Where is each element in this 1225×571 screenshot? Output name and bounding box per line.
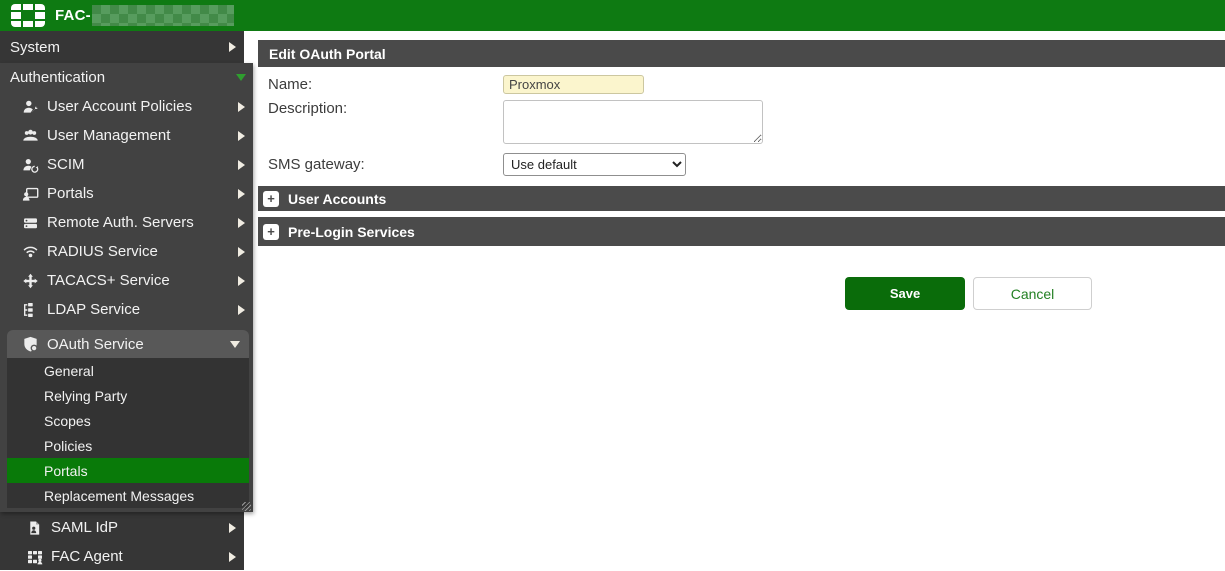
sidebar-item-oauth-relying-party[interactable]: Relying Party: [7, 383, 249, 408]
sidebar-item-label: Scopes: [44, 413, 91, 429]
save-button[interactable]: Save: [845, 277, 965, 310]
sidebar-item-oauth-replacement-messages[interactable]: Replacement Messages: [7, 483, 249, 508]
chevron-right-icon: [238, 160, 245, 170]
sidebar-item-label: Portals: [44, 463, 88, 479]
sms-gateway-label: SMS gateway:: [268, 156, 365, 173]
product-name: FAC-: [55, 7, 91, 24]
oauth-submenu: General Relying Party Scopes Policies Po…: [7, 358, 249, 508]
sidebar-item-label: Authentication: [10, 69, 105, 86]
sidebar-item-saml-idp[interactable]: SAML IdP: [0, 513, 244, 542]
sidebar-item-radius-service[interactable]: RADIUS Service: [0, 237, 253, 266]
redacted-hostname: [92, 5, 234, 26]
chevron-right-icon: [238, 247, 245, 257]
sidebar-item-label: User Account Policies: [47, 98, 192, 115]
section-label: Pre-Login Services: [288, 224, 415, 240]
sms-gateway-select[interactable]: Use default: [503, 153, 686, 176]
cross-arrows-icon: [21, 272, 40, 289]
sidebar-item-label: FAC Agent: [51, 548, 123, 565]
sidebar-item-label: User Management: [47, 127, 170, 144]
sidebar-item-label: Policies: [44, 438, 92, 454]
sidebar-item-user-account-policies[interactable]: User Account Policies: [0, 92, 253, 121]
sidebar-item-label: SCIM: [47, 156, 85, 173]
expand-plus-icon[interactable]: +: [263, 191, 279, 207]
description-label: Description:: [268, 100, 347, 117]
sidebar-item-authentication[interactable]: Authentication: [0, 63, 253, 92]
sidebar-item-user-management[interactable]: User Management: [0, 121, 253, 150]
document-user-icon: [25, 519, 44, 536]
chevron-down-icon: [236, 74, 246, 81]
sidebar-item-label: SAML IdP: [51, 519, 118, 536]
wifi-icon: [21, 243, 40, 260]
sidebar-item-label: Replacement Messages: [44, 488, 194, 504]
user-accounts-section-header[interactable]: + User Accounts: [258, 186, 1225, 211]
expand-plus-icon[interactable]: +: [263, 224, 279, 240]
sidebar-item-portals[interactable]: Portals: [0, 179, 253, 208]
fortiauthenticator-app: FAC- System SAML IdP FAC Agent Authentic…: [0, 0, 1225, 570]
sidebar-item-fac-agent[interactable]: FAC Agent: [0, 542, 244, 571]
sidebar-item-label: System: [10, 39, 60, 56]
chevron-right-icon: [238, 131, 245, 141]
oauth-service-group: OAuth Service General Relying Party Scop…: [7, 330, 249, 508]
chevron-right-icon: [238, 276, 245, 286]
sidebar-item-oauth-scopes[interactable]: Scopes: [7, 408, 249, 433]
sidebar-item-remote-auth-servers[interactable]: Remote Auth. Servers: [0, 208, 253, 237]
chevron-down-icon: [230, 341, 240, 348]
panel-resize-handle[interactable]: [242, 502, 251, 511]
name-input[interactable]: [503, 75, 644, 94]
sidebar-item-label: Relying Party: [44, 388, 127, 404]
page-title: Edit OAuth Portal: [269, 46, 386, 62]
top-bar: FAC-: [0, 0, 1225, 31]
tree-icon: [21, 301, 40, 318]
sidebar-item-scim[interactable]: SCIM: [0, 150, 253, 179]
users-icon: [21, 127, 40, 144]
sidebar-item-label: TACACS+ Service: [47, 272, 170, 289]
sidebar-item-label: General: [44, 363, 94, 379]
sidebar-item-system[interactable]: System: [0, 31, 244, 63]
sidebar-item-label: LDAP Service: [47, 301, 140, 318]
chevron-right-icon: [238, 305, 245, 315]
sidebar-item-ldap-service[interactable]: LDAP Service: [0, 295, 253, 324]
chevron-right-icon: [229, 552, 236, 562]
pre-login-services-section-header[interactable]: + Pre-Login Services: [258, 217, 1225, 246]
user-screen-icon: [21, 185, 40, 202]
grid-user-icon: [25, 548, 44, 565]
sidebar-item-label: RADIUS Service: [47, 243, 158, 260]
sidebar-item-label: Portals: [47, 185, 94, 202]
shield-icon: [21, 336, 40, 353]
chevron-right-icon: [238, 102, 245, 112]
chevron-right-icon: [238, 189, 245, 199]
sidebar-item-label: OAuth Service: [47, 336, 144, 353]
user-wrench-icon: [21, 98, 40, 115]
sidebar-item-oauth-service[interactable]: OAuth Service: [7, 330, 249, 358]
authentication-panel: Authentication User Account Policies Use…: [0, 63, 253, 512]
fortinet-grid-logo-icon: [11, 4, 45, 28]
sidebar-item-label: Remote Auth. Servers: [47, 214, 194, 231]
description-textarea[interactable]: [503, 100, 763, 144]
cancel-button[interactable]: Cancel: [973, 277, 1092, 310]
chevron-right-icon: [229, 42, 236, 52]
chevron-right-icon: [229, 523, 236, 533]
chevron-right-icon: [238, 218, 245, 228]
user-sync-icon: [21, 156, 40, 173]
servers-icon: [21, 214, 40, 231]
sidebar-item-oauth-general[interactable]: General: [7, 358, 249, 383]
page-title-bar: Edit OAuth Portal: [258, 40, 1225, 67]
sidebar-item-oauth-portals-active[interactable]: Portals: [7, 458, 249, 483]
sidebar-item-tacacs-service[interactable]: TACACS+ Service: [0, 266, 253, 295]
name-label: Name:: [268, 76, 312, 93]
sidebar-item-oauth-policies[interactable]: Policies: [7, 433, 249, 458]
section-label: User Accounts: [288, 191, 386, 207]
